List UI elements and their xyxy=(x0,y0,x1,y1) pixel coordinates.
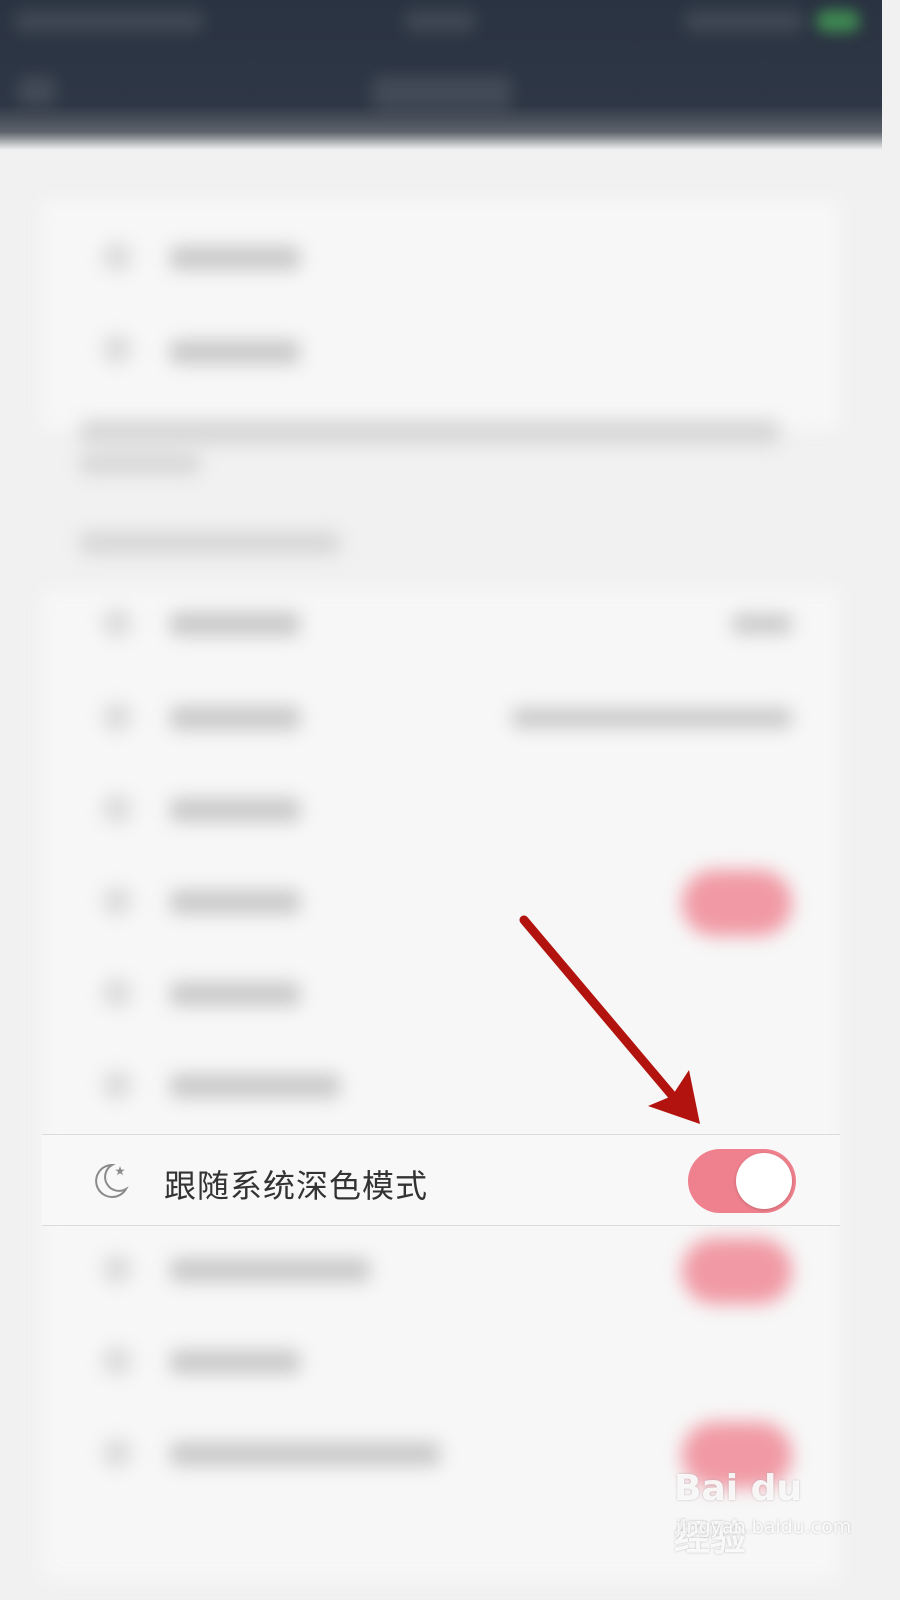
baidu-watermark: Bai du 经验 jingyan.baidu.com xyxy=(674,1468,851,1559)
status-bar-time xyxy=(404,10,476,32)
dark-mode-toggle[interactable] xyxy=(688,1149,796,1213)
top-bar xyxy=(0,0,882,150)
watermark-logo: Bai du 经验 xyxy=(674,1468,803,1559)
toggle-knob xyxy=(736,1153,792,1209)
blurred-settings-list xyxy=(0,150,882,1580)
follow-system-dark-mode-row[interactable]: 跟随系统深色模式 xyxy=(42,1134,840,1226)
watermark-url: jingyan.baidu.com xyxy=(676,1516,852,1538)
settings-group-2 xyxy=(42,590,840,1580)
settings-group-1 xyxy=(42,200,840,430)
battery-icon xyxy=(816,10,860,32)
status-bar-right xyxy=(684,10,804,32)
status-bar-left xyxy=(14,10,204,32)
back-icon[interactable] xyxy=(18,76,56,106)
moon-icon xyxy=(95,1163,129,1198)
follow-system-dark-mode-label: 跟随系统深色模式 xyxy=(164,1167,429,1205)
page-title xyxy=(372,76,512,110)
